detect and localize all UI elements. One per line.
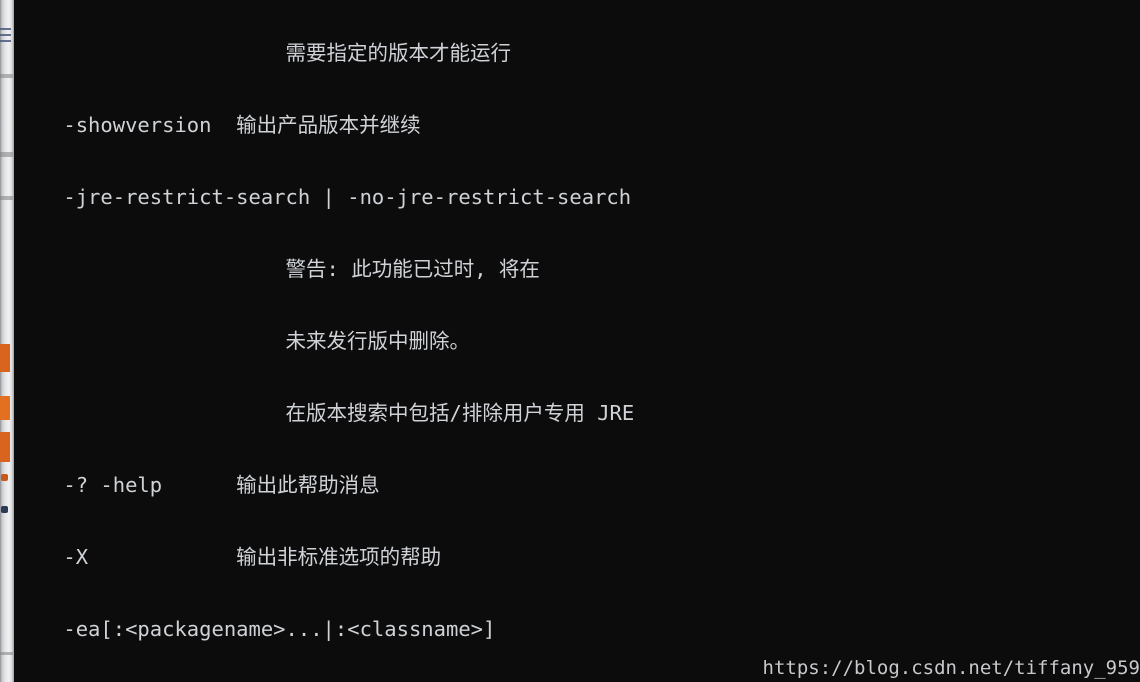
console-line: -X 输出非标准选项的帮助 (14, 545, 442, 569)
orange-icon[interactable] (0, 396, 10, 420)
scrollbar-tick (0, 34, 11, 36)
console-line: 需要指定的版本才能运行 (14, 41, 512, 65)
console-line: 警告: 此功能已过时, 将在 (14, 257, 540, 281)
console-line: -jre-restrict-search | -no-jre-restrict-… (14, 185, 632, 209)
screenshot-root: 需要指定的版本才能运行 -showversion 输出产品版本并继续 -jre-… (0, 0, 1140, 682)
window-divider (0, 652, 13, 655)
scrollbar-tick (0, 40, 11, 42)
background-window-sliver[interactable] (0, 0, 14, 682)
scrollbar-tick (0, 28, 11, 30)
console-line: 在版本搜索中包括/排除用户专用 JRE (14, 401, 635, 425)
console-line: -? -help 输出此帮助消息 (14, 473, 380, 497)
orange-icon[interactable] (0, 432, 10, 462)
console-line: -ea[:<packagename>...|:<classname>] (14, 617, 496, 641)
console-line: 未来发行版中删除。 (14, 329, 471, 353)
blue-dot-icon[interactable] (1, 506, 8, 513)
console-line: -showversion 输出产品版本并继续 (14, 113, 421, 137)
orange-dot-icon[interactable] (1, 474, 8, 481)
console-text: 需要指定的版本才能运行 -showversion 输出产品版本并继续 -jre-… (14, 0, 1140, 682)
window-divider (0, 74, 13, 78)
orange-icon[interactable] (0, 344, 10, 372)
window-divider (0, 152, 13, 157)
window-divider (0, 196, 13, 200)
console-output-area[interactable]: 需要指定的版本才能运行 -showversion 输出产品版本并继续 -jre-… (14, 0, 1140, 682)
